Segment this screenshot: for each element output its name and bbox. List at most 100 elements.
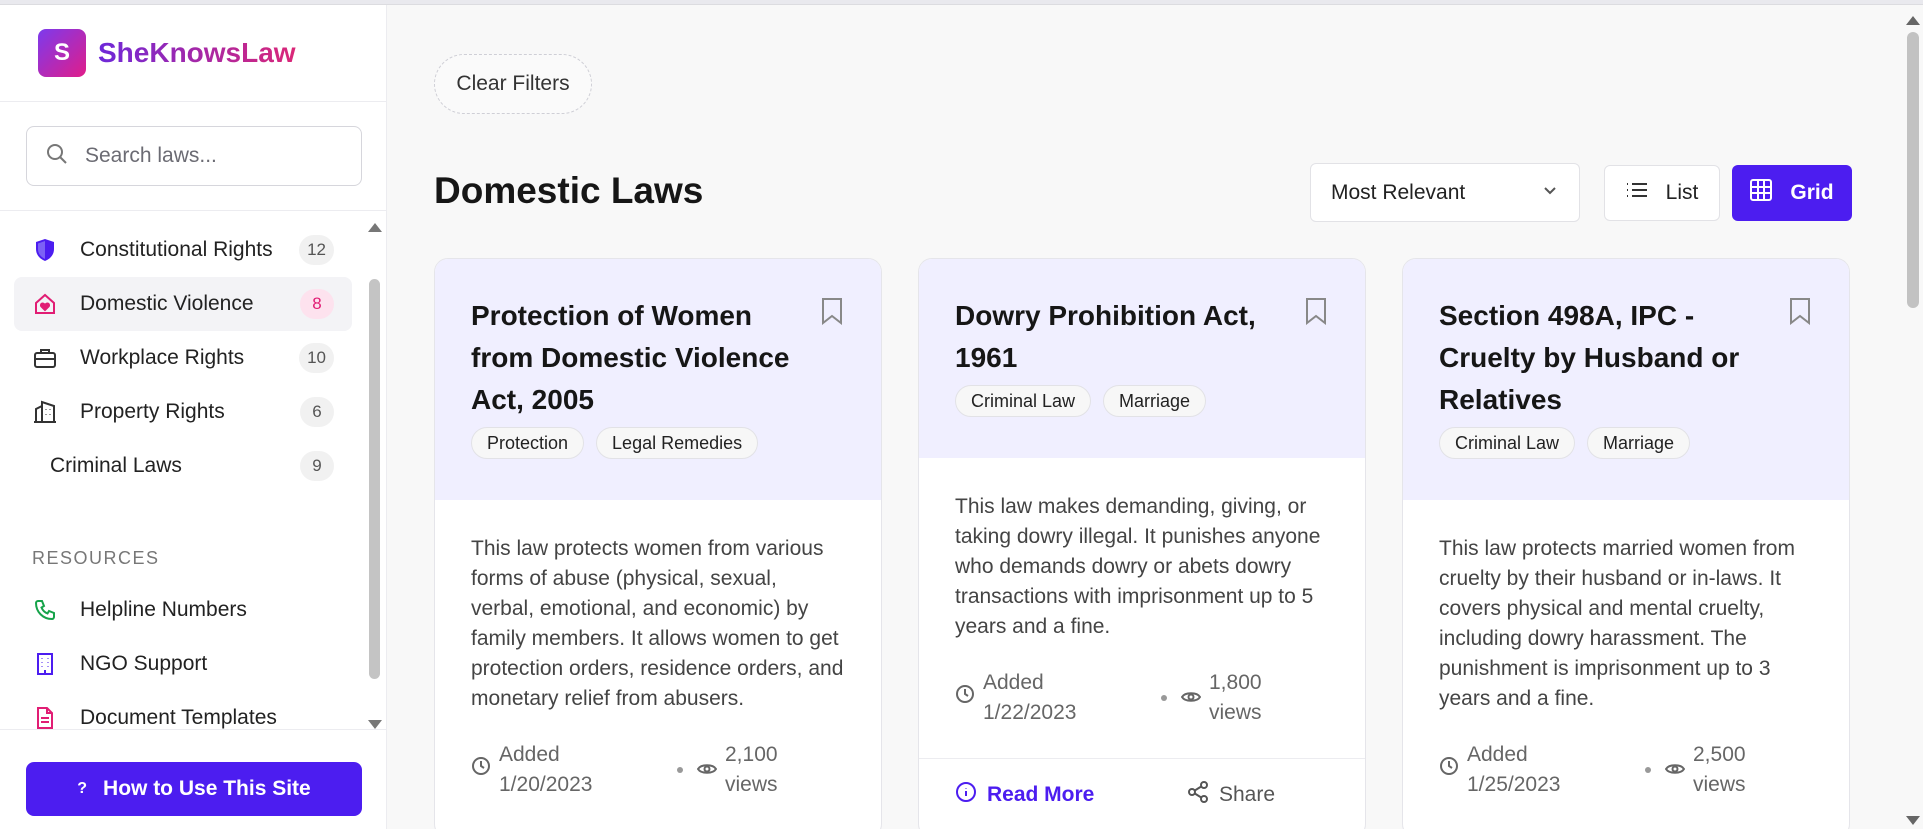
card-header: Section 498A, IPC - Cruelty by Husband o… bbox=[1403, 259, 1849, 500]
count-badge: 6 bbox=[300, 397, 334, 427]
scrollbar-thumb[interactable] bbox=[1907, 32, 1919, 308]
sidebar-item-property-rights[interactable]: Property Rights 6 bbox=[14, 385, 352, 439]
card-meta: Added 1/20/2023 2,100 views bbox=[471, 740, 845, 800]
tag-list: Criminal Law Marriage bbox=[955, 379, 1329, 417]
bookmark-icon[interactable] bbox=[1789, 297, 1811, 330]
clock-icon bbox=[955, 683, 983, 713]
card-body: This law protects married women from cru… bbox=[1403, 500, 1849, 800]
sidebar-item-helpline-numbers[interactable]: Helpline Numbers bbox=[14, 583, 352, 637]
tag[interactable]: Marriage bbox=[1587, 427, 1691, 459]
law-card[interactable]: Protection of Women from Domestic Violen… bbox=[434, 258, 882, 829]
count-badge: 12 bbox=[299, 235, 334, 265]
added-date-text: Added 1/25/2023 bbox=[1467, 743, 1561, 796]
phone-icon bbox=[32, 597, 58, 623]
eye-icon bbox=[1180, 683, 1209, 713]
chevron-down-icon bbox=[1541, 181, 1559, 205]
brand-logo: S bbox=[38, 29, 86, 77]
view-count-text: 2,100 views bbox=[725, 743, 778, 796]
briefcase-icon bbox=[32, 345, 58, 371]
read-more-label: Read More bbox=[987, 783, 1095, 806]
sidebar-divider bbox=[0, 101, 386, 102]
sidebar-item-ngo-support[interactable]: NGO Support bbox=[14, 637, 352, 691]
grid-icon bbox=[1750, 179, 1790, 207]
view-count: 2,100 views bbox=[677, 740, 785, 800]
sidebar-item-label: Criminal Laws bbox=[50, 454, 182, 477]
tag[interactable]: Protection bbox=[471, 427, 585, 459]
document-icon bbox=[32, 705, 58, 731]
sidebar-divider bbox=[0, 210, 386, 211]
list-view-label: List bbox=[1665, 181, 1699, 204]
sidebar-item-criminal-laws[interactable]: Criminal Laws 9 bbox=[14, 439, 352, 493]
tag-list: Criminal Law Marriage bbox=[1439, 421, 1813, 459]
sidebar-item-workplace-rights[interactable]: Workplace Rights 10 bbox=[14, 331, 352, 385]
page-scrollbar[interactable] bbox=[1903, 10, 1923, 829]
card-description: This law makes demanding, giving, or tak… bbox=[955, 495, 1321, 638]
view-count: 1,800 views bbox=[1161, 668, 1269, 728]
tag-list: Protection Legal Remedies bbox=[471, 421, 845, 459]
sidebar-item-label: Domestic Violence bbox=[80, 292, 254, 315]
tag[interactable]: Criminal Law bbox=[955, 385, 1092, 417]
tag[interactable]: Legal Remedies bbox=[596, 427, 759, 459]
scroll-up-arrow[interactable] bbox=[1906, 16, 1920, 25]
resources-heading: RESOURCES bbox=[32, 548, 160, 568]
share-button[interactable]: Share bbox=[1187, 781, 1275, 809]
count-badge: 9 bbox=[300, 451, 334, 481]
sidebar: S SheKnowsLaw Constitutional Rights 12 D… bbox=[0, 5, 387, 829]
scroll-down-arrow[interactable] bbox=[1906, 816, 1920, 825]
grid-view-button[interactable]: Grid bbox=[1732, 165, 1852, 221]
eye-icon bbox=[1664, 755, 1693, 785]
law-card[interactable]: Section 498A, IPC - Cruelty by Husband o… bbox=[1402, 258, 1850, 829]
brand[interactable]: S SheKnowsLaw bbox=[38, 29, 296, 77]
count-badge: 8 bbox=[300, 289, 334, 319]
read-more-link[interactable]: Read More bbox=[955, 781, 1187, 809]
card-actions: Read More Share bbox=[919, 758, 1365, 809]
clear-filters-button[interactable]: Clear Filters bbox=[434, 54, 592, 114]
card-title: Protection of Women from Domestic Violen… bbox=[471, 300, 790, 415]
sidebar-divider bbox=[0, 729, 386, 730]
card-body: This law makes demanding, giving, or tak… bbox=[919, 458, 1365, 809]
tag[interactable]: Criminal Law bbox=[1439, 427, 1576, 459]
sidebar-item-domestic-violence[interactable]: Domestic Violence 8 bbox=[14, 277, 352, 331]
card-meta: Added 1/25/2023 2,500 views bbox=[1439, 740, 1813, 800]
office-building-icon bbox=[32, 651, 58, 677]
category-nav: Constitutional Rights 12 Domestic Violen… bbox=[14, 223, 352, 493]
tag[interactable]: Marriage bbox=[1103, 385, 1207, 417]
sidebar-item-constitutional-rights[interactable]: Constitutional Rights 12 bbox=[14, 223, 352, 277]
sort-selected-value: Most Relevant bbox=[1331, 180, 1466, 204]
sidebar-scrollbar[interactable] bbox=[366, 217, 382, 735]
card-title: Section 498A, IPC - Cruelty by Husband o… bbox=[1439, 300, 1740, 415]
scrollbar-thumb[interactable] bbox=[369, 279, 380, 679]
scroll-down-arrow[interactable] bbox=[368, 720, 382, 729]
card-body: This law protects women from various for… bbox=[435, 500, 881, 800]
page-title: Domestic Laws bbox=[434, 170, 704, 211]
added-date: Added 1/25/2023 bbox=[1439, 740, 1645, 800]
help-button-label: How to Use This Site bbox=[103, 777, 311, 800]
view-count-text: 2,500 views bbox=[1693, 743, 1746, 796]
bookmark-icon[interactable] bbox=[1305, 297, 1327, 330]
help-icon: ? bbox=[77, 780, 88, 797]
sidebar-item-label: Workplace Rights bbox=[80, 346, 245, 369]
separator-dot bbox=[1161, 695, 1167, 701]
added-date: Added 1/22/2023 bbox=[955, 668, 1161, 728]
search-input[interactable] bbox=[85, 144, 325, 168]
search-icon bbox=[45, 142, 69, 171]
list-view-button[interactable]: List bbox=[1604, 165, 1720, 221]
scroll-up-arrow[interactable] bbox=[368, 223, 382, 232]
sort-select[interactable]: Most Relevant bbox=[1310, 163, 1580, 222]
sidebar-item-label: Property Rights bbox=[80, 400, 225, 423]
search-box[interactable] bbox=[26, 126, 362, 186]
how-to-use-button[interactable]: ? How to Use This Site bbox=[26, 762, 362, 816]
sidebar-item-label: NGO Support bbox=[80, 652, 208, 675]
share-icon bbox=[1187, 781, 1219, 809]
list-icon bbox=[1626, 180, 1666, 206]
card-description: This law protects women from various for… bbox=[471, 537, 844, 710]
eye-icon bbox=[696, 755, 725, 785]
card-description: This law protects married women from cru… bbox=[1439, 537, 1795, 710]
sidebar-item-document-templates[interactable]: Document Templates bbox=[14, 691, 352, 745]
resources-nav: Helpline Numbers NGO Support Document Te… bbox=[14, 583, 352, 745]
bookmark-icon[interactable] bbox=[821, 297, 843, 330]
law-card[interactable]: Dowry Prohibition Act, 1961 Criminal Law… bbox=[918, 258, 1366, 829]
added-date: Added 1/20/2023 bbox=[471, 740, 677, 800]
sidebar-item-label: Constitutional Rights bbox=[80, 238, 273, 261]
home-heart-icon bbox=[32, 291, 58, 317]
